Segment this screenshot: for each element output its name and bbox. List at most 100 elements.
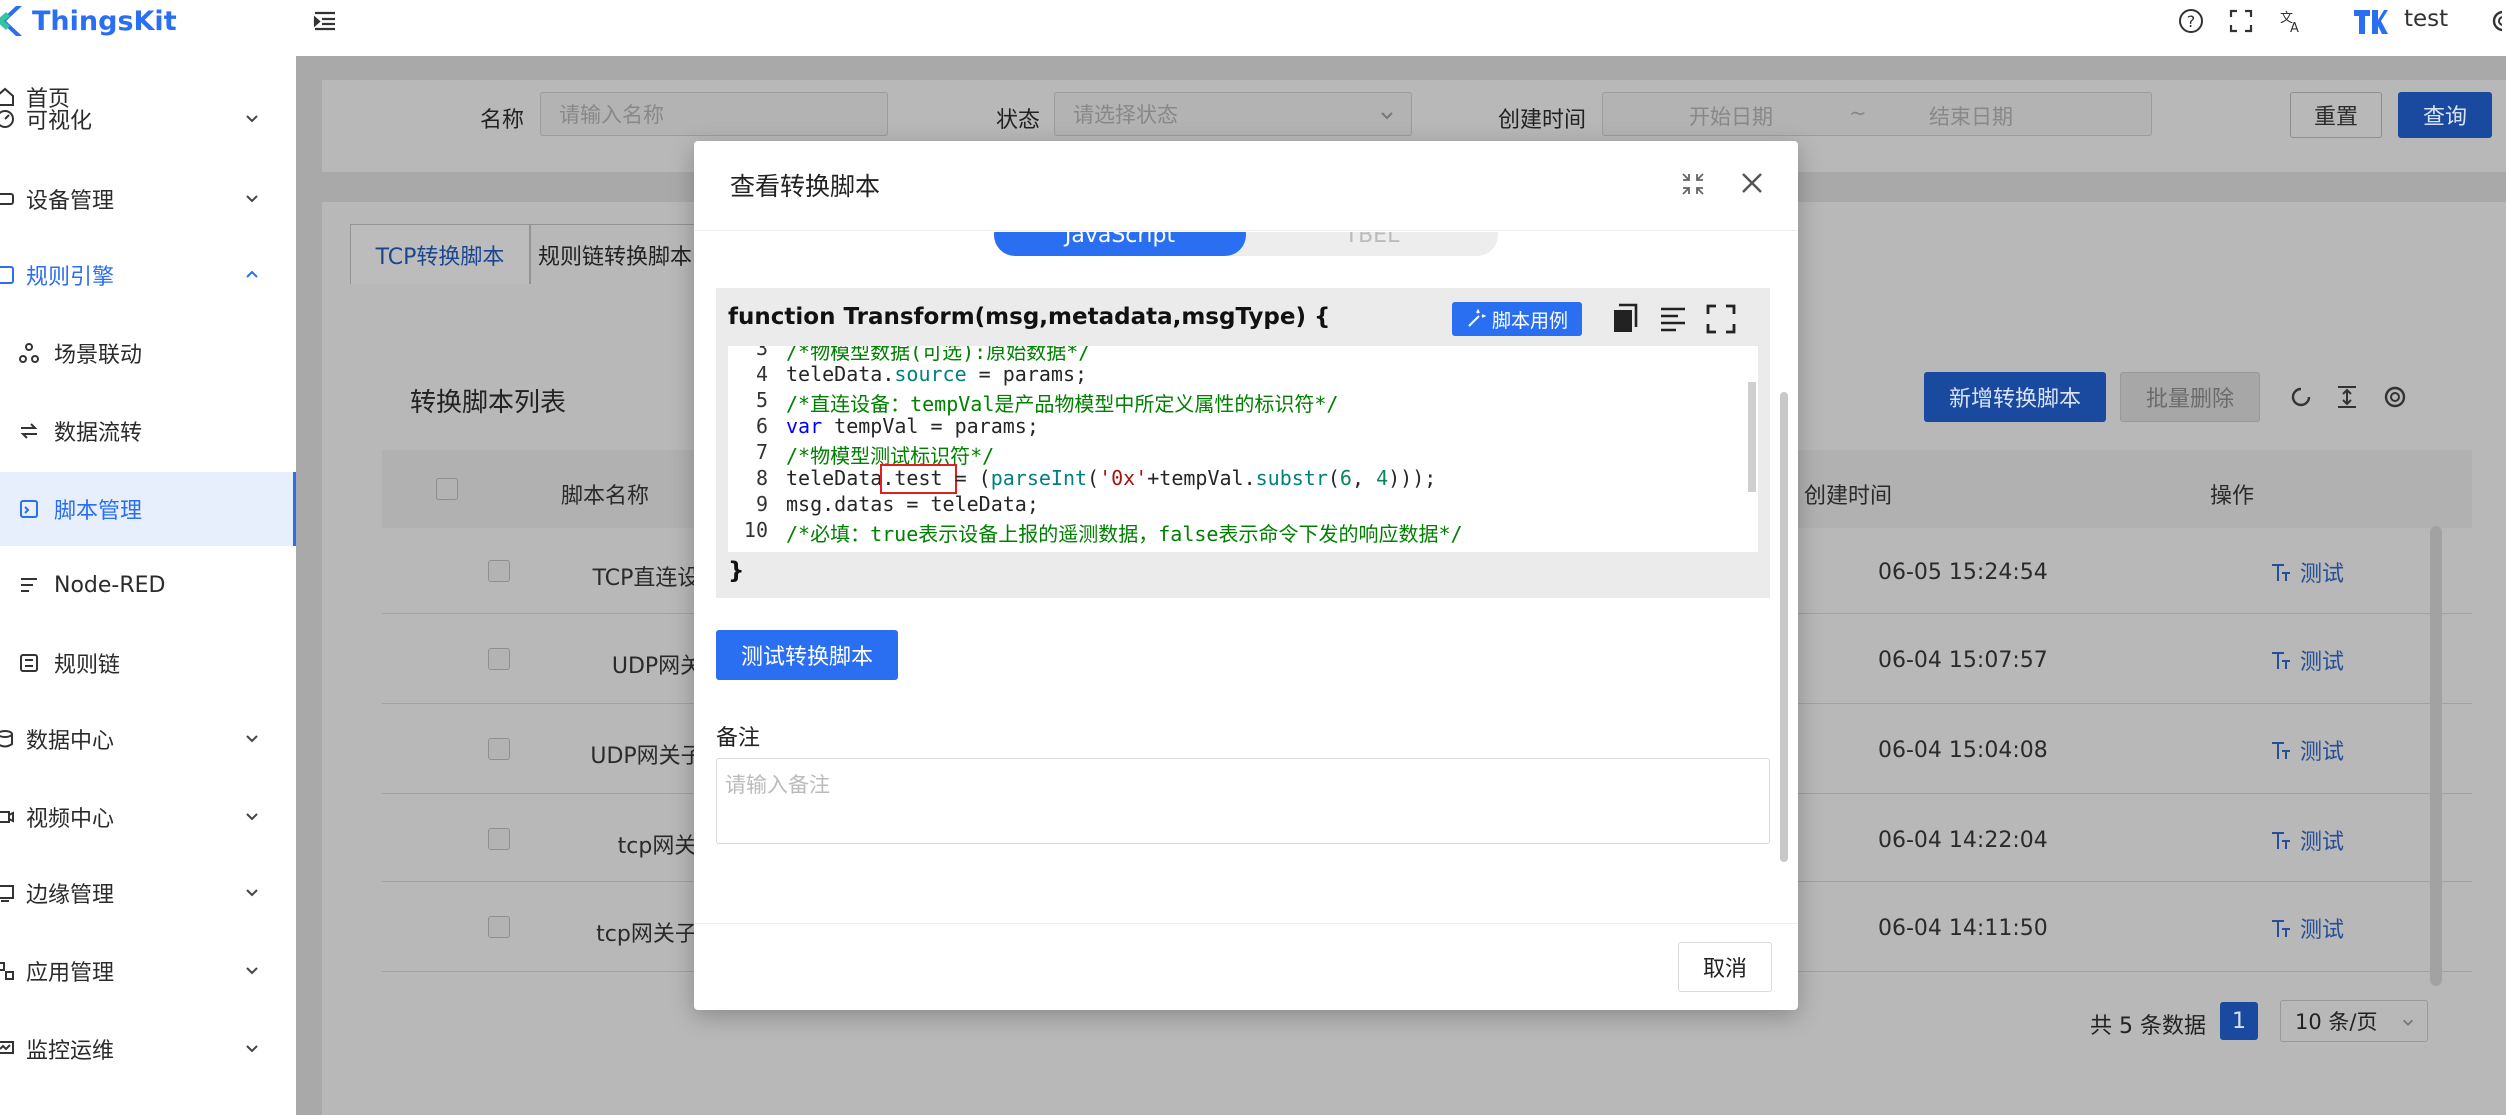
test-link[interactable]: 测试 [2270,824,2344,856]
row-created: 06-04 15:07:57 [1878,648,2048,673]
remark-textarea[interactable]: 请输入备注 [716,758,1770,844]
function-header: function Transform(msg,metadata,msgType)… [728,304,1331,330]
editor-scrollbar[interactable] [1748,382,1756,492]
line-number: 8 [755,466,768,490]
code-comment: /*物模型数据(可选):原始数据*/ [786,346,1091,364]
chevron-down-icon [1381,112,1393,120]
code-token: = params; [966,362,1088,386]
created-time-label: 创建时间 [1498,108,1587,133]
select-all-checkbox[interactable] [436,478,458,500]
line-number: 4 [755,362,768,386]
font-icon [2272,564,2290,581]
column-header-name: 脚本名称 [560,484,649,509]
code-line-6: 6 var tempVal = params; [728,414,1039,440]
code-line-3: 3 /*物模型数据(可选):原始数据*/ [728,346,1091,364]
chevron-down-icon [2403,1019,2413,1026]
test-script-button[interactable]: 测试转换脚本 [716,630,898,680]
line-number: 6 [755,414,768,438]
code-token: teleData. [786,362,895,386]
start-date-input[interactable]: 开始日期 [1689,101,1773,131]
line-number: 5 [755,388,768,412]
cancel-button[interactable]: 取消 [1678,942,1772,992]
modal-body: JavaScript TBEL function Transform(msg,m… [694,232,1798,922]
code-line-10: 10 /*必填：true表示设备上报的遥测数据，false表示命令下发的响应数据*… [728,518,1463,546]
row-checkbox[interactable] [488,738,510,760]
modal-title: 查看转换脚本 [730,172,881,201]
tab-tcp-script[interactable]: TCP转换脚本 [350,224,530,284]
font-icon [2272,832,2290,849]
column-header-actions: 操作 [2210,484,2255,509]
copy-icon[interactable] [1610,302,1640,336]
date-range-picker[interactable]: 开始日期 ~ 结束日期 [1602,92,2152,136]
tab-tbel[interactable]: TBEL [1246,232,1498,256]
font-icon [2272,742,2290,759]
highlighted-identifier: .test [880,464,957,494]
code-number: 4 [1376,466,1389,490]
tab-rule-chain-script[interactable]: 规则链转换脚本 [530,224,700,284]
test-link[interactable]: 测试 [2270,556,2344,588]
code-token: parseInt [990,466,1088,490]
code-token: , [1351,466,1377,490]
format-align-icon[interactable] [1658,304,1688,334]
code-token: ))); [1388,466,1437,490]
row-created: 06-05 15:24:54 [1878,560,2048,585]
modal-scrollbar[interactable] [1780,392,1788,862]
test-label: 测试 [2300,918,2345,943]
code-keyword: var [786,414,823,438]
settings-icon[interactable] [2382,384,2408,410]
code-line-9: 9 msg.datas = teleData; [728,492,1039,518]
script-example-button[interactable]: 脚本用例 [1452,302,1582,336]
page-size-select[interactable]: 10 条/页 [2280,1000,2428,1042]
font-icon [2272,920,2290,937]
row-checkbox[interactable] [488,828,510,850]
row-created: 06-04 15:04:08 [1878,738,2048,763]
batch-delete-button[interactable]: 批量删除 [2120,372,2260,422]
row-checkbox[interactable] [488,916,510,938]
reset-button[interactable]: 重置 [2290,92,2382,138]
query-button[interactable]: 查询 [2398,92,2492,138]
row-created: 06-04 14:22:04 [1878,828,2048,853]
code-token: msg.datas = teleData; [786,492,1039,516]
name-input[interactable]: 请输入名称 [540,92,888,136]
line-number: 3 [755,346,768,360]
test-link[interactable]: 测试 [2270,912,2344,944]
code-comment: /*物模型测试标识符*/ [786,444,995,468]
code-token: substr [1255,466,1328,490]
fullscreen-icon[interactable] [1680,171,1706,197]
code-line-4: 4 teleData. source = params; [728,362,1087,388]
fullscreen-icon[interactable] [1706,304,1736,334]
name-label: 名称 [480,108,525,133]
code-number: 6 [1339,466,1352,490]
language-switch[interactable]: JavaScript TBEL [994,232,1498,256]
closing-brace: } [728,558,745,584]
code-token: teleData [786,466,883,490]
page-1-button[interactable]: 1 [2220,1002,2258,1040]
code-line-7: 7 /*物模型测试标识符*/ [728,440,995,468]
test-link[interactable]: 测试 [2270,644,2344,676]
code-string: '0x' [1099,466,1148,490]
page-size-value: 10 条/页 [2295,1010,2378,1034]
tab-javascript[interactable]: JavaScript [994,232,1246,256]
line-number: 7 [755,440,768,464]
reload-icon[interactable] [2288,384,2314,410]
end-date-input[interactable]: 结束日期 [1929,101,2013,131]
font-icon [2272,652,2290,669]
row-checkbox[interactable] [488,648,510,670]
line-number: 10 [743,518,768,542]
row-checkbox[interactable] [488,560,510,582]
code-editor[interactable]: 3 /*物模型数据(可选):原始数据*/ 4 teleData. source = p… [728,346,1758,552]
code-token: +tempVal. [1147,466,1256,490]
status-label: 状态 [996,108,1041,133]
test-label: 测试 [2300,740,2345,765]
status-select[interactable]: 请选择状态 [1054,92,1412,136]
add-script-button[interactable]: 新增转换脚本 [1924,372,2106,422]
table-scrollbar[interactable] [2430,526,2442,986]
close-icon[interactable] [1738,169,1766,197]
modal-mask-side [0,0,296,1115]
code-token: tempVal = params; [822,414,1039,438]
row-created: 06-04 14:11:50 [1878,916,2048,941]
modal-footer: 取消 [694,923,1798,1010]
column-height-icon[interactable] [2334,384,2360,410]
code-token: source [894,362,967,386]
test-link[interactable]: 测试 [2270,734,2344,766]
